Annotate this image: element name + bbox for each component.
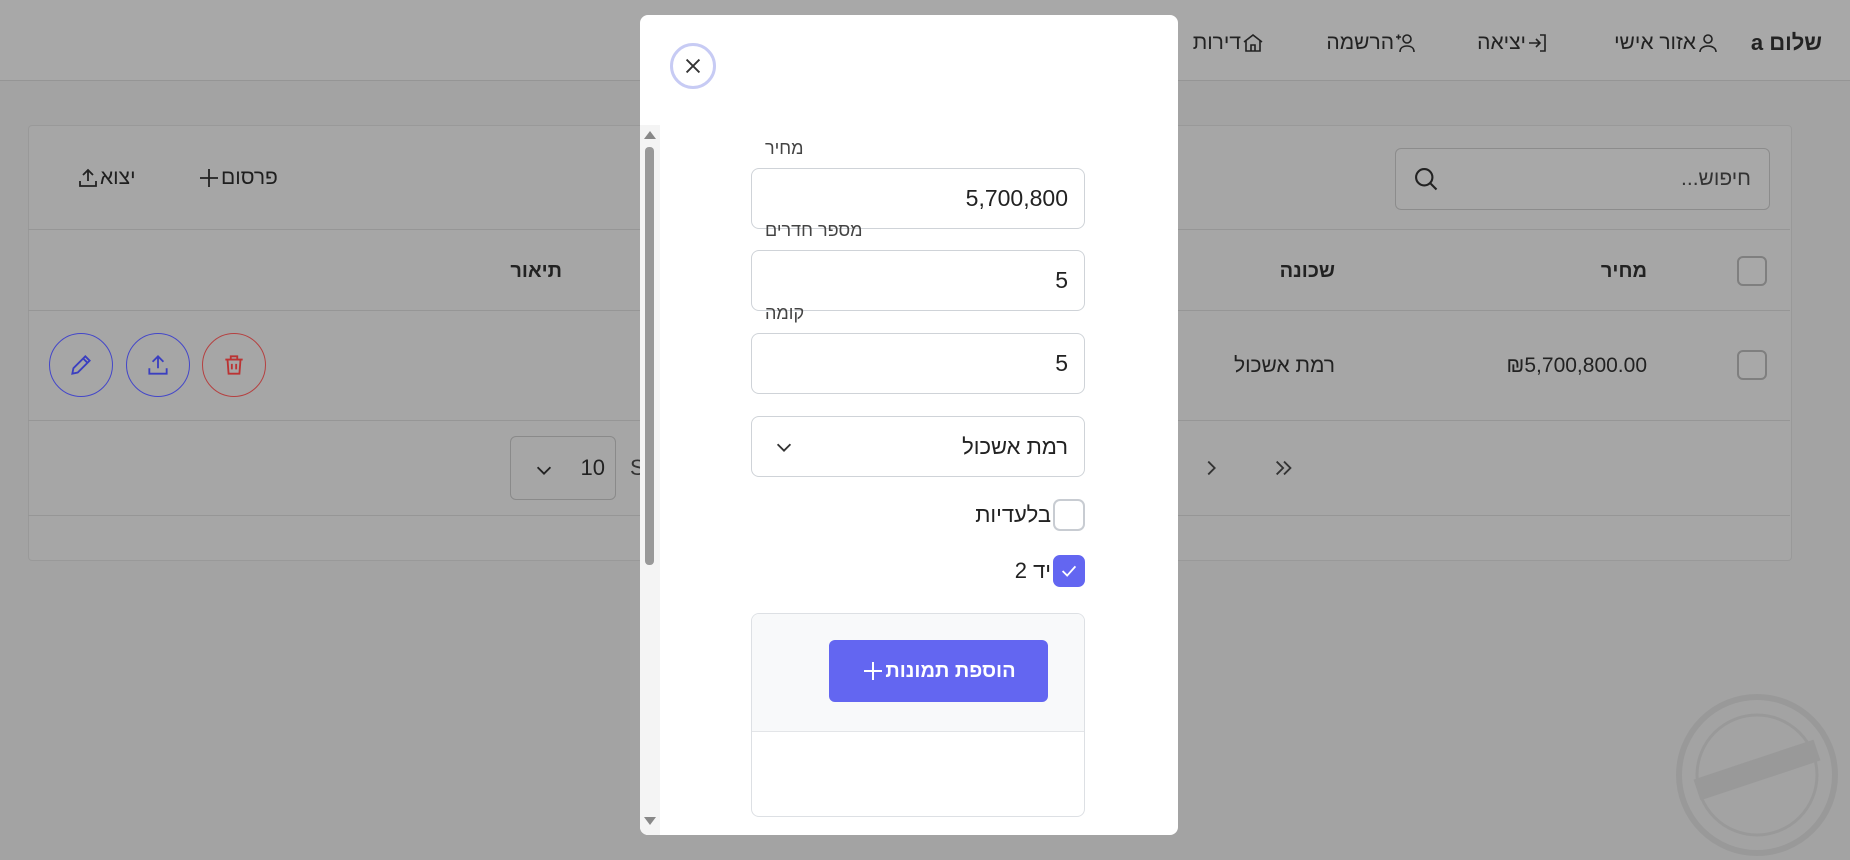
floor-field [751,333,1085,394]
user-greeting: שלום a [1751,28,1822,58]
add-images-button[interactable]: הוספת תמונות [829,640,1048,702]
nav-apartments-label: דירות [1192,31,1241,54]
nav-register[interactable]: הרשמה [1326,28,1418,58]
floor-input[interactable] [752,334,1084,393]
nav-logout-label: יציאה [1477,31,1526,54]
header-neighborhood: שכונה [1279,260,1335,282]
scroll-up-arrow[interactable] [643,130,657,140]
exclusive-option: בלעדיות [975,499,1085,531]
exclusive-label: בלעדיות [975,502,1051,527]
cell-price: ₪5,700,800.00 [1506,354,1647,377]
search-input[interactable] [1449,163,1753,195]
search-icon [1415,168,1438,191]
chevron-down-icon [776,443,792,452]
image-upload-area: הוספת תמונות [751,613,1085,817]
edit-button[interactable] [49,333,113,397]
rows-per-page-select[interactable]: 10 [510,436,616,500]
price-label: מחיר [765,138,804,158]
nav-register-label: הרשמה [1326,31,1394,54]
header-price: מחיר [1600,260,1647,282]
chevron-down-icon [536,466,552,475]
search-box [1395,148,1770,210]
upload-icon [79,168,97,187]
second-hand-label: יד 2 [1014,558,1051,583]
export-button[interactable]: יצוא [76,163,136,193]
logout-icon [1529,34,1546,52]
nav-apartments[interactable]: דירות [1193,28,1265,58]
rooms-field [751,250,1085,311]
checkmark-icon [1061,565,1077,577]
plus-icon [864,662,883,680]
nav-personal-area[interactable]: אזור אישי [1614,28,1720,58]
double-chevron-right-icon[interactable] [1271,457,1297,479]
nav-logout[interactable]: יציאה [1477,28,1550,58]
close-icon [685,58,701,74]
image-upload-header: הוספת תמונות [752,614,1084,732]
greeting-text: שלום a [1750,30,1822,55]
header-description: תיאור [510,260,562,282]
neighborhood-select[interactable]: רמת אשכול [751,416,1085,477]
second-hand-option: יד 2 [1015,555,1085,587]
rooms-label: מספר חדרים [765,220,863,240]
add-images-label: הוספת תמונות [885,659,1016,682]
user-plus-icon [1396,34,1415,53]
second-hand-checkbox[interactable] [1053,555,1085,587]
neighborhood-selected-value: רמת אשכול [962,434,1068,459]
modal-scrollbar-thumb[interactable] [645,147,654,565]
home-icon [1243,33,1263,52]
row-select-checkbox[interactable] [1737,350,1767,380]
modal-close-button[interactable] [670,43,716,89]
publish-button[interactable]: פרסום [197,163,278,193]
publish-label: פרסום [221,166,278,189]
upload-icon [148,355,168,375]
share-button[interactable] [126,333,190,397]
floor-label: קומה [765,303,805,323]
rows-per-page-value: 10 [580,455,605,480]
delete-button[interactable] [202,333,266,397]
trash-icon [225,355,243,375]
user-icon [1699,34,1717,53]
chevron-right-icon[interactable] [1200,457,1222,479]
cell-neighborhood: רמת אשכול [1233,354,1335,377]
exclusive-checkbox[interactable] [1053,499,1085,531]
nav-personal-label: אזור אישי [1614,31,1696,54]
watermark-stamp [1676,694,1838,856]
plus-icon [200,169,218,187]
export-label: יצוא [100,166,136,189]
edit-apartment-modal: מחיר מספר חדרים קומה רמת אשכול בלעדיות י… [640,15,1178,835]
app-page: שלום a אזור אישי יציאה הרשמה דירות פרסום… [0,0,1850,856]
rooms-input[interactable] [752,251,1084,310]
scroll-down-arrow[interactable] [643,816,657,826]
select-all-checkbox[interactable] [1737,256,1767,286]
pencil-icon [71,355,91,375]
